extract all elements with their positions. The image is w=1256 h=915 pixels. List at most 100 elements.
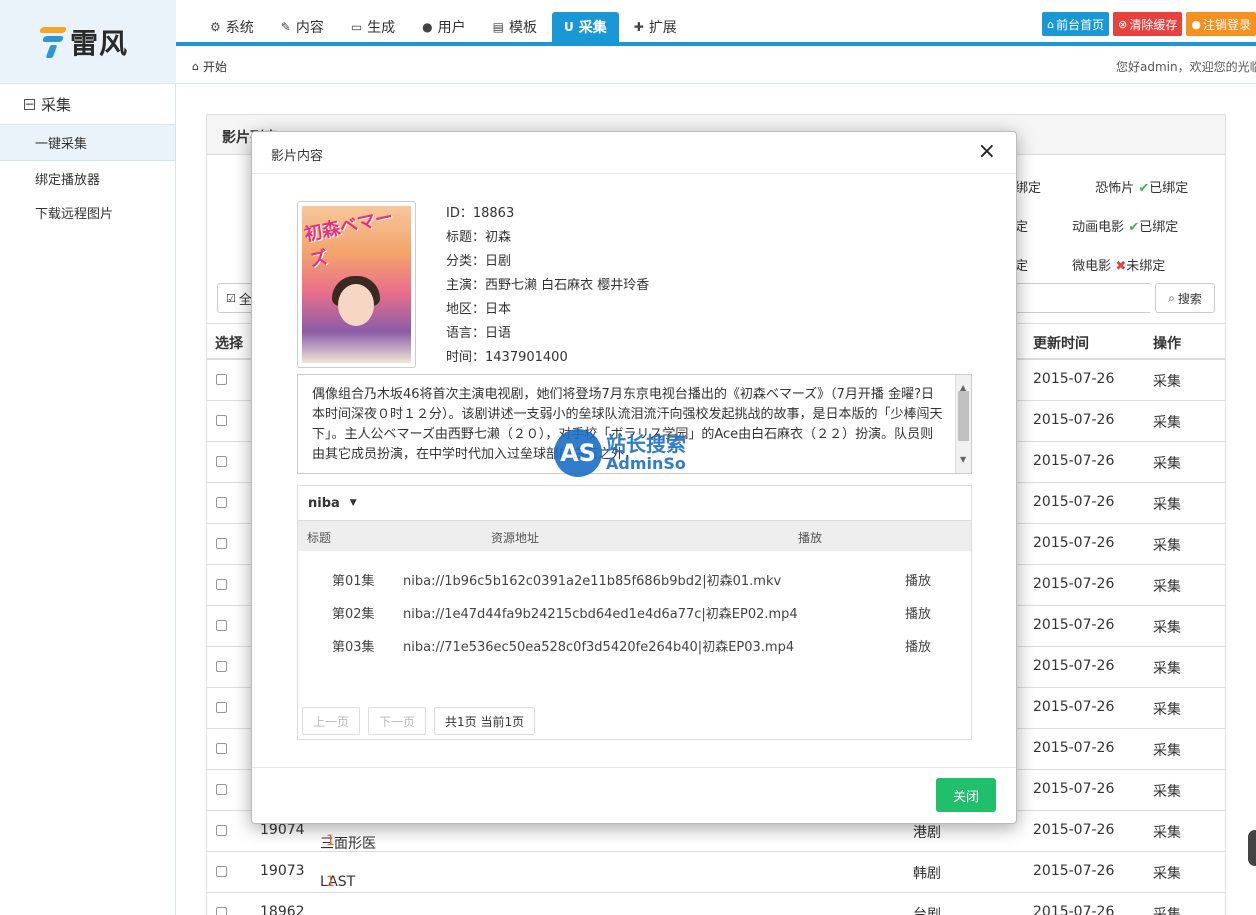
collect-link[interactable]: 采集 [1153, 371, 1181, 391]
sidebar-item-bind-player[interactable]: 绑定播放器 [0, 161, 175, 195]
row-update-time: 2015-07-26 [1033, 412, 1115, 428]
modal-title: 影片内容 [271, 149, 324, 164]
scroll-down-icon[interactable]: ▼ [960, 450, 966, 470]
document-icon: ▤ [492, 20, 504, 34]
category-binding-horror: 绑定 恐怖片 ✔已绑定 [1015, 181, 1189, 196]
collect-link[interactable]: 采集 [1153, 576, 1181, 596]
movie-detail-modal: 影片内容 × 初森ベマーズ ID：18863 标题：初森 分类：日剧 主演：西野… [251, 131, 1017, 824]
collect-link[interactable]: 采集 [1153, 781, 1181, 801]
row-checkbox[interactable] [216, 497, 227, 508]
row-checkbox[interactable] [216, 456, 227, 467]
collect-link[interactable]: 采集 [1153, 494, 1181, 514]
category-binding-animation: 定 动画电影 ✔已绑定 [1015, 220, 1179, 235]
watermark-logo: AS [554, 429, 602, 477]
row-checkbox[interactable] [216, 907, 227, 915]
clear-cache-button[interactable]: ⊗ 清除缓存 [1113, 12, 1183, 36]
scroll-thumb[interactable] [958, 391, 969, 441]
episode-url: niba://1b96c5b162c0391a2e11b85f686b9bd2|… [403, 574, 782, 589]
cross-icon: ✖ [1115, 259, 1127, 274]
collect-link[interactable]: 采集 [1153, 617, 1181, 637]
collect-link[interactable]: 采集 [1153, 535, 1181, 555]
info-language: 语言：日语 [446, 326, 512, 341]
sidebar: − 采集 一键采集 绑定播放器 下载远程图片 [0, 84, 176, 915]
row-checkbox[interactable] [216, 866, 227, 877]
episode-url: niba://1e47d44fa9b24215cbd64ed1e4d6a77c|… [403, 607, 798, 622]
episode-row: 第01集 niba://1b96c5b162c0391a2e11b85f686b… [298, 561, 971, 594]
collect-link[interactable]: 采集 [1153, 453, 1181, 473]
row-update-time: 2015-07-26 [1033, 781, 1115, 797]
row-update-time: 2015-07-26 [1033, 699, 1115, 715]
tab-collect[interactable]: U 采集 [552, 12, 619, 42]
collect-link[interactable]: 采集 [1153, 699, 1181, 719]
user-icon: ● [1191, 17, 1201, 31]
collect-link[interactable]: 采集 [1153, 822, 1181, 842]
movie-info: ID：18863 标题：初森 分类：日剧 主演：西野七濑 白石麻衣 樱井玲香 地… [446, 206, 649, 374]
search-button[interactable]: ⌕ 搜索 [1155, 283, 1215, 313]
info-id: ID：18863 [446, 206, 515, 221]
breadcrumb[interactable]: ⌂ 开始 [192, 58, 227, 75]
collect-link[interactable]: 采集 [1153, 904, 1181, 915]
breadcrumb-bar: ⌂ 开始 您好admin，欢迎您的光临 [176, 46, 1256, 84]
play-link[interactable]: 播放 [905, 636, 931, 655]
row-checkbox[interactable] [216, 784, 227, 795]
table-row: 19073 LAST 1 韩剧 2015-07-26 采集 [207, 852, 1225, 893]
clear-icon: ⊗ [1118, 17, 1128, 31]
collect-link[interactable]: 采集 [1153, 740, 1181, 760]
file-icon: ▭ [350, 20, 363, 34]
close-icon[interactable]: × [978, 141, 996, 163]
row-checkbox[interactable] [216, 620, 227, 631]
pencil-icon: ✎ [280, 20, 291, 34]
close-button[interactable]: 关闭 [936, 778, 996, 812]
source-table-header: 标题 资源地址 播放 [298, 521, 971, 551]
row-update-time: 2015-07-26 [1033, 535, 1115, 551]
description-scrollbar[interactable]: ▲ ▼ [955, 375, 971, 473]
collect-link[interactable]: 采集 [1153, 658, 1181, 678]
row-update-time: 2015-07-26 [1033, 371, 1115, 387]
sidebar-section-header[interactable]: − 采集 [0, 84, 175, 125]
frontend-home-button[interactable]: ⌂ 前台首页 [1042, 12, 1110, 36]
row-checkbox[interactable] [216, 825, 227, 836]
search-input[interactable] [1007, 283, 1150, 313]
row-update-time: 2015-07-26 [1033, 740, 1115, 756]
user-icon: ● [422, 20, 433, 34]
row-checkbox[interactable] [216, 374, 227, 385]
tab-templates[interactable]: ▤ 模板 [481, 12, 549, 42]
play-link[interactable]: 播放 [905, 570, 931, 589]
play-link[interactable]: 播放 [905, 603, 931, 622]
tab-users[interactable]: ● 用户 [410, 12, 477, 42]
sidebar-item-download-images[interactable]: 下载远程图片 [0, 195, 175, 229]
row-checkbox[interactable] [216, 661, 227, 672]
gear-icon: ⚙ [210, 20, 221, 34]
episode-row: 第03集 niba://71e536ec50ea528c0f3d5420fe26… [298, 627, 971, 660]
row-checkbox[interactable] [216, 415, 227, 426]
row-update-time: 2015-07-26 [1033, 822, 1115, 838]
pager: 上一页 下一页 共1页 当前1页 [302, 707, 543, 735]
row-update-time: 2015-07-26 [1033, 453, 1115, 469]
info-category: 分类：日剧 [446, 254, 512, 269]
page-info: 共1页 当前1页 [434, 707, 536, 735]
tab-content[interactable]: ✎ 内容 [269, 12, 336, 42]
tab-extensions[interactable]: ✚ 扩展 [622, 12, 689, 42]
top-header: 雷风 ⚙ 系统 ✎ 内容 ▭ 生成 ● 用户 ▤ 模板 U 采集 ✚ 扩展 ⌂ 前台首页 ⊗ 清除… [0, 0, 1256, 84]
logo-text: 雷风 [70, 27, 129, 60]
row-checkbox[interactable] [216, 743, 227, 754]
next-page-button[interactable]: 下一页 [368, 707, 427, 735]
source-tab-niba[interactable]: niba ▼ [298, 486, 971, 521]
row-update-time: 2015-07-26 [1033, 494, 1115, 510]
category-binding-micro-film: 定 微电影 ✖未绑定 [1015, 259, 1166, 274]
sidebar-item-one-click-collect[interactable]: 一键采集 [0, 125, 175, 161]
breadcrumb-label: 开始 [202, 60, 227, 74]
collect-link[interactable]: 采集 [1153, 863, 1181, 883]
row-checkbox[interactable] [216, 538, 227, 549]
logout-button[interactable]: ● 注销登录 [1186, 12, 1256, 36]
logo[interactable]: 雷风 [38, 22, 129, 62]
tab-system[interactable]: ⚙ 系统 [198, 12, 266, 42]
tab-generate[interactable]: ▭ 生成 [339, 12, 407, 42]
info-region: 地区：日本 [446, 302, 512, 317]
row-checkbox[interactable] [216, 579, 227, 590]
row-update-time: 2015-07-26 [1033, 617, 1115, 633]
row-checkbox[interactable] [216, 702, 227, 713]
prev-page-button[interactable]: 上一页 [302, 707, 361, 735]
check-square-icon: ☑ [226, 291, 236, 305]
collect-link[interactable]: 采集 [1153, 412, 1181, 432]
